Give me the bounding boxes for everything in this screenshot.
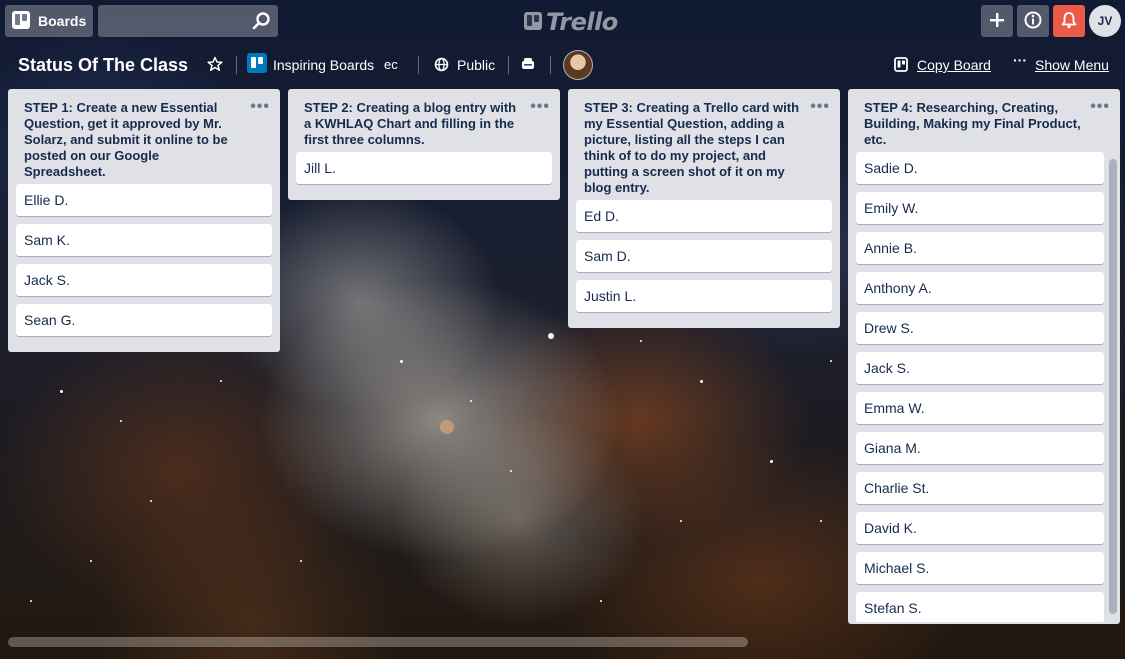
card[interactable]: Justin L.: [576, 280, 832, 312]
list-menu-icon[interactable]: •••: [1090, 98, 1110, 116]
card[interactable]: Sam K.: [16, 224, 272, 256]
bell-icon: [1060, 11, 1078, 32]
team-icon: [247, 53, 267, 73]
card[interactable]: Emma W.: [856, 392, 1104, 424]
notifications-button[interactable]: [1053, 5, 1085, 37]
trello-logo-icon: [524, 8, 542, 36]
show-menu-link[interactable]: Show Menu: [1035, 57, 1109, 73]
card-list: Ellie D. Sam K. Jack S. Sean G.: [8, 184, 280, 336]
header-divider: [418, 56, 419, 74]
card[interactable]: Sean G.: [16, 304, 272, 336]
info-icon: [1024, 11, 1042, 32]
copy-board-link[interactable]: Copy Board: [917, 57, 991, 73]
card[interactable]: Stefan S.: [856, 592, 1104, 622]
boards-icon: [12, 10, 30, 32]
board-header: Status Of The Class Inspiring Boards ec …: [0, 44, 1125, 86]
card[interactable]: David K.: [856, 512, 1104, 544]
search-icon[interactable]: [252, 11, 272, 36]
list-title[interactable]: STEP 4: Researching, Creating, Building,…: [848, 89, 1120, 152]
list-title[interactable]: STEP 3: Creating a Trello card with my E…: [568, 89, 840, 200]
card[interactable]: Giana M.: [856, 432, 1104, 464]
avatar-initials: JV: [1097, 14, 1113, 28]
card[interactable]: Annie B.: [856, 232, 1104, 264]
top-header: Boards Trello JV: [0, 0, 1125, 40]
card[interactable]: Drew S.: [856, 312, 1104, 344]
card-list: Ed D. Sam D. Justin L.: [568, 200, 840, 312]
card[interactable]: Charlie St.: [856, 472, 1104, 504]
card[interactable]: Jill L.: [296, 152, 552, 184]
create-button[interactable]: [981, 5, 1013, 37]
user-avatar[interactable]: JV: [1089, 5, 1121, 37]
search-input[interactable]: [98, 5, 278, 37]
list-step-2: STEP 2: Creating a blog entry with a KWH…: [288, 89, 560, 200]
info-button[interactable]: [1017, 5, 1049, 37]
list-menu-icon[interactable]: •••: [810, 98, 830, 116]
card[interactable]: Emily W.: [856, 192, 1104, 224]
card[interactable]: Jack S.: [16, 264, 272, 296]
team-name[interactable]: Inspiring Boards: [273, 57, 374, 73]
trello-logo-text: Trello: [546, 8, 618, 36]
header-divider: [236, 56, 237, 74]
team-tag-badge[interactable]: ec: [384, 57, 398, 72]
plus-icon: [989, 12, 1005, 31]
more-icon[interactable]: ···: [1013, 52, 1027, 68]
header-divider: [508, 56, 509, 74]
card[interactable]: Michael S.: [856, 552, 1104, 584]
header-divider: [550, 56, 551, 74]
list-step-3: STEP 3: Creating a Trello card with my E…: [568, 89, 840, 328]
card[interactable]: Jack S.: [856, 352, 1104, 384]
list-scrollbar[interactable]: [1109, 159, 1117, 614]
member-avatar[interactable]: [563, 50, 593, 80]
card[interactable]: Anthony A.: [856, 272, 1104, 304]
copy-board-icon: [894, 57, 908, 77]
card-list: Sadie D. Emily W. Annie B. Anthony A. Dr…: [848, 152, 1120, 622]
butler-icon[interactable]: [520, 57, 536, 76]
list-step-4: STEP 4: Researching, Creating, Building,…: [848, 89, 1120, 624]
list-title[interactable]: STEP 2: Creating a blog entry with a KWH…: [288, 89, 560, 152]
card[interactable]: Ed D.: [576, 200, 832, 232]
star-icon[interactable]: [207, 56, 223, 77]
card-list: Jill L.: [288, 152, 560, 184]
card[interactable]: Ellie D.: [16, 184, 272, 216]
list-menu-icon[interactable]: •••: [250, 98, 270, 116]
list-step-1: STEP 1: Create a new Essential Question,…: [8, 89, 280, 352]
boards-button[interactable]: Boards: [5, 5, 93, 37]
list-title[interactable]: STEP 1: Create a new Essential Question,…: [8, 89, 280, 184]
boards-label: Boards: [38, 13, 87, 29]
list-scrollbar-thumb[interactable]: [1109, 159, 1117, 614]
card[interactable]: Sam D.: [576, 240, 832, 272]
board-horizontal-scrollbar[interactable]: [8, 637, 748, 647]
visibility-button[interactable]: Public: [457, 57, 495, 73]
board-title[interactable]: Status Of The Class: [18, 55, 188, 76]
card[interactable]: Sadie D.: [856, 152, 1104, 184]
trello-logo[interactable]: Trello: [524, 8, 618, 36]
globe-icon: [434, 57, 449, 77]
list-menu-icon[interactable]: •••: [530, 98, 550, 116]
